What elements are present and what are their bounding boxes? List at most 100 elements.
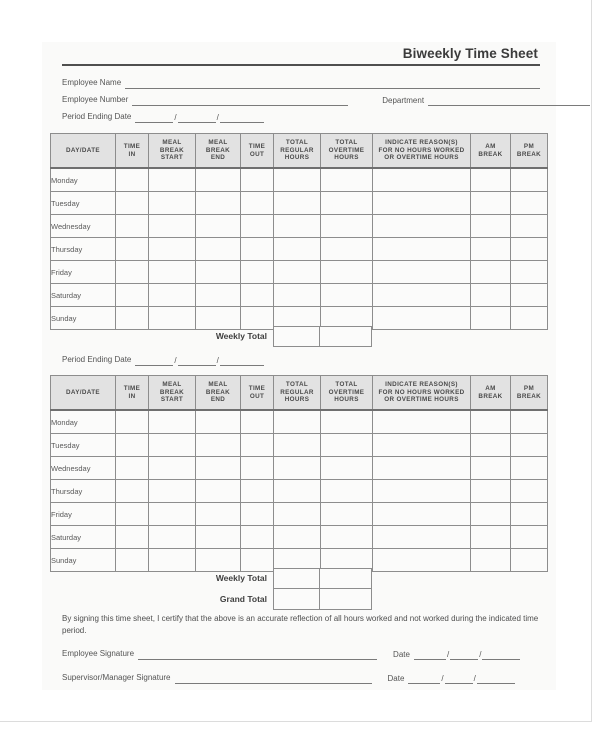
cell-reason[interactable] [372, 237, 471, 261]
period-ending-date-input-2[interactable]: / / [135, 355, 264, 366]
cell-meal-break-start[interactable] [148, 409, 196, 434]
cell-total-overtime-hours[interactable] [320, 237, 373, 261]
period-date-day-2[interactable] [177, 355, 216, 366]
cell-meal-break-end[interactable] [195, 502, 241, 526]
cell-total-regular-hours[interactable] [273, 191, 321, 215]
cell-meal-break-start[interactable] [148, 260, 196, 284]
cell-time-out[interactable] [240, 409, 274, 434]
period-date-month-2[interactable] [135, 355, 174, 366]
cell-time-out[interactable] [240, 502, 274, 526]
cell-time-in[interactable] [115, 191, 149, 215]
cell-total-overtime-hours[interactable] [320, 283, 373, 307]
supervisor-signature-input[interactable] [174, 673, 372, 684]
weekly-total-regular-input-2[interactable] [273, 568, 320, 589]
cell-reason[interactable] [372, 214, 471, 238]
cell-meal-break-end[interactable] [195, 525, 241, 549]
cell-meal-break-start[interactable] [148, 283, 196, 307]
cell-meal-break-end[interactable] [195, 409, 241, 434]
supervisor-date-year[interactable] [476, 673, 515, 684]
cell-am-break[interactable] [470, 191, 511, 215]
cell-total-regular-hours[interactable] [273, 283, 321, 307]
grand-total-regular-input[interactable] [273, 589, 320, 610]
cell-time-out[interactable] [240, 191, 274, 215]
cell-total-regular-hours[interactable] [273, 502, 321, 526]
cell-pm-break[interactable] [510, 191, 548, 215]
cell-meal-break-start[interactable] [148, 456, 196, 480]
cell-total-overtime-hours[interactable] [320, 409, 373, 434]
cell-pm-break[interactable] [510, 409, 548, 434]
cell-meal-break-end[interactable] [195, 283, 241, 307]
cell-time-in[interactable] [115, 433, 149, 457]
cell-am-break[interactable] [470, 214, 511, 238]
cell-meal-break-end[interactable] [195, 456, 241, 480]
cell-meal-break-end[interactable] [195, 214, 241, 238]
cell-meal-break-start[interactable] [148, 237, 196, 261]
cell-total-overtime-hours[interactable] [320, 167, 373, 192]
cell-time-in[interactable] [115, 260, 149, 284]
cell-reason[interactable] [372, 191, 471, 215]
supervisor-date-day[interactable] [444, 673, 473, 684]
cell-meal-break-end[interactable] [195, 260, 241, 284]
cell-am-break[interactable] [470, 502, 511, 526]
cell-meal-break-start[interactable] [148, 214, 196, 238]
cell-time-in[interactable] [115, 283, 149, 307]
cell-am-break[interactable] [470, 260, 511, 284]
cell-pm-break[interactable] [510, 525, 548, 549]
cell-pm-break[interactable] [510, 260, 548, 284]
cell-meal-break-start[interactable] [148, 525, 196, 549]
cell-total-overtime-hours[interactable] [320, 191, 373, 215]
employee-date-input[interactable]: / / [413, 649, 521, 660]
cell-time-out[interactable] [240, 260, 274, 284]
cell-reason[interactable] [372, 283, 471, 307]
cell-meal-break-start[interactable] [148, 167, 196, 192]
cell-meal-break-end[interactable] [195, 237, 241, 261]
cell-meal-break-end[interactable] [195, 167, 241, 192]
cell-total-overtime-hours[interactable] [320, 433, 373, 457]
period-date-year-2[interactable] [219, 355, 264, 366]
cell-total-overtime-hours[interactable] [320, 260, 373, 284]
cell-am-break[interactable] [470, 237, 511, 261]
cell-time-in[interactable] [115, 214, 149, 238]
cell-total-overtime-hours[interactable] [320, 456, 373, 480]
period-ending-date-input-1[interactable]: / / [135, 112, 264, 123]
cell-pm-break[interactable] [510, 214, 548, 238]
employee-date-day[interactable] [450, 649, 479, 660]
employee-date-month[interactable] [413, 649, 446, 660]
weekly-total-overtime-input-2[interactable] [320, 568, 372, 589]
cell-time-out[interactable] [240, 433, 274, 457]
cell-total-regular-hours[interactable] [273, 479, 321, 503]
cell-reason[interactable] [372, 167, 471, 192]
cell-meal-break-start[interactable] [148, 191, 196, 215]
cell-pm-break[interactable] [510, 433, 548, 457]
cell-total-regular-hours[interactable] [273, 409, 321, 434]
cell-time-out[interactable] [240, 283, 274, 307]
cell-total-regular-hours[interactable] [273, 214, 321, 238]
cell-reason[interactable] [372, 479, 471, 503]
cell-total-regular-hours[interactable] [273, 260, 321, 284]
cell-time-in[interactable] [115, 525, 149, 549]
cell-reason[interactable] [372, 502, 471, 526]
cell-time-in[interactable] [115, 409, 149, 434]
cell-meal-break-start[interactable] [148, 433, 196, 457]
grand-total-overtime-input[interactable] [320, 589, 372, 610]
cell-total-regular-hours[interactable] [273, 456, 321, 480]
cell-time-out[interactable] [240, 456, 274, 480]
weekly-total-regular-input-1[interactable] [273, 326, 320, 347]
cell-total-overtime-hours[interactable] [320, 502, 373, 526]
cell-meal-break-start[interactable] [148, 479, 196, 503]
employee-date-year[interactable] [482, 649, 521, 660]
cell-total-regular-hours[interactable] [273, 167, 321, 192]
cell-time-in[interactable] [115, 479, 149, 503]
cell-am-break[interactable] [470, 409, 511, 434]
cell-am-break[interactable] [470, 167, 511, 192]
cell-reason[interactable] [372, 525, 471, 549]
cell-total-regular-hours[interactable] [273, 525, 321, 549]
cell-meal-break-end[interactable] [195, 479, 241, 503]
cell-time-in[interactable] [115, 167, 149, 192]
cell-total-regular-hours[interactable] [273, 237, 321, 261]
cell-total-regular-hours[interactable] [273, 433, 321, 457]
cell-time-in[interactable] [115, 502, 149, 526]
cell-pm-break[interactable] [510, 167, 548, 192]
department-input[interactable] [428, 95, 591, 106]
cell-am-break[interactable] [470, 283, 511, 307]
